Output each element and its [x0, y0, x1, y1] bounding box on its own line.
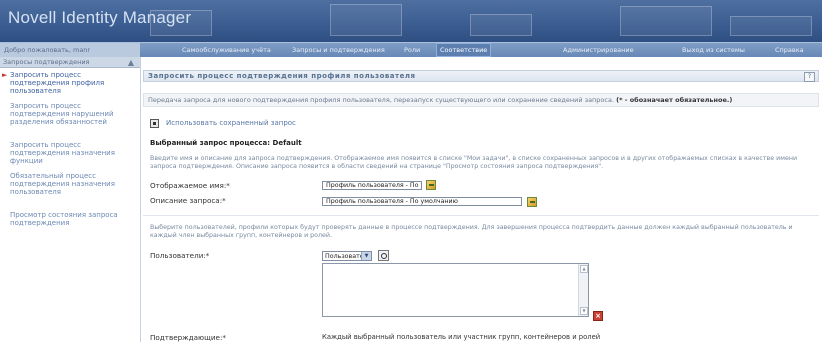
banner-decoration — [730, 16, 812, 36]
nav-item-roles[interactable]: Роли — [404, 43, 420, 57]
banner-decoration — [470, 14, 532, 36]
required-note: (* - обозначает обязательное.) — [616, 96, 733, 104]
main-title-bar: Запросить процесс подтверждения профиля … — [143, 70, 819, 82]
search-icon[interactable] — [378, 250, 389, 261]
left-item-label: Запросить процесс подтверждения профиля … — [10, 71, 105, 95]
left-item-label: Запросить процесс подтверждения назначен… — [10, 141, 115, 165]
nav-item-requests[interactable]: Запросы и подтверждения — [292, 43, 385, 57]
request-description-field[interactable]: Профиль пользователя - По умолчанию — [322, 197, 522, 206]
main-nav: Добро пожаловать, manr Самообслуживание … — [0, 42, 822, 57]
left-item-label: Просмотр состояния запроса подтверждения — [10, 211, 118, 227]
selected-arrow-icon: ► — [2, 71, 8, 79]
left-pane-title: Запросы подтверждения — [3, 58, 90, 66]
left-item-role-assignment-attestation[interactable]: Запросить процесс подтверждения назначен… — [10, 141, 136, 165]
app-title: Novell Identity Manager — [8, 8, 192, 27]
approvers-label: Подтверждающие:* — [150, 333, 226, 342]
user-type-select[interactable]: Пользователь ▼ — [322, 251, 372, 261]
scroll-down-icon[interactable]: ▼ — [580, 307, 588, 315]
left-item-label: Запросить процесс подтверждения нарушени… — [10, 102, 114, 126]
scroll-up-icon[interactable]: ▲ — [580, 265, 588, 273]
page-description: Передача запроса для нового подтверждени… — [148, 96, 615, 104]
request-description-label: Описание запроса:* — [150, 196, 226, 205]
description-bar: Передача запроса для нового подтверждени… — [143, 93, 819, 107]
users-list-scrollbar[interactable]: ▲ ▼ — [578, 264, 588, 316]
collapse-icon[interactable]: ▲ — [128, 57, 134, 68]
welcome-text: Добро пожаловать, manr — [0, 43, 140, 57]
display-name-field[interactable]: Профиль пользователя - По умолчанию — [322, 181, 422, 190]
object-picker-icon[interactable] — [426, 180, 436, 190]
banner-decoration — [330, 4, 402, 36]
left-item-view-status[interactable]: Просмотр состояния запроса подтверждения — [10, 211, 136, 227]
header-banner: Novell Identity Manager — [0, 0, 822, 42]
help-icon[interactable]: ? — [804, 72, 815, 82]
left-item-sod-attestation[interactable]: Запросить процесс подтверждения нарушени… — [10, 102, 136, 126]
users-label: Пользователи:* — [150, 251, 210, 260]
instructions-users: Выберите пользователей, профили которых … — [150, 224, 793, 239]
left-pane: ► Запросить процесс подтверждения профил… — [0, 69, 140, 342]
nav-item-self-service[interactable]: Самообслуживание учёта — [182, 43, 271, 57]
left-item-profile-attestation[interactable]: ► Запросить процесс подтверждения профил… — [2, 71, 136, 95]
nav-item-compliance[interactable]: Соответствие — [436, 43, 492, 57]
left-item-user-assignment-attestation[interactable]: Обязательный процесс подтверждения назна… — [10, 172, 136, 196]
left-pane-header: Запросы подтверждения ▲ — [0, 57, 140, 68]
pane-divider — [140, 57, 141, 342]
approvers-value: Каждый выбранный пользователь или участн… — [322, 333, 601, 341]
chevron-down-icon[interactable]: ▼ — [361, 252, 371, 260]
left-item-label: Обязательный процесс подтверждения назна… — [10, 172, 115, 196]
nav-item-logout[interactable]: Выход из системы — [682, 43, 745, 57]
saved-request-icon[interactable] — [150, 119, 159, 128]
object-picker-icon[interactable] — [527, 197, 537, 207]
section-divider — [143, 215, 819, 216]
users-list[interactable]: ▲ ▼ — [322, 263, 589, 317]
delete-icon[interactable]: × — [593, 311, 603, 321]
page-title: Запросить процесс подтверждения профиля … — [148, 72, 416, 80]
use-saved-request-link[interactable]: Использовать сохраненный запрос — [166, 119, 296, 128]
banner-decoration — [620, 6, 712, 36]
selected-process: Выбранный запрос процесса: Default — [150, 139, 302, 147]
nav-item-help[interactable]: Справка — [775, 43, 804, 57]
instructions-name: Введите имя и описание для запроса подтв… — [150, 155, 798, 170]
display-name-label: Отображаемое имя:* — [150, 181, 230, 190]
nav-item-administration[interactable]: Администрирование — [563, 43, 634, 57]
